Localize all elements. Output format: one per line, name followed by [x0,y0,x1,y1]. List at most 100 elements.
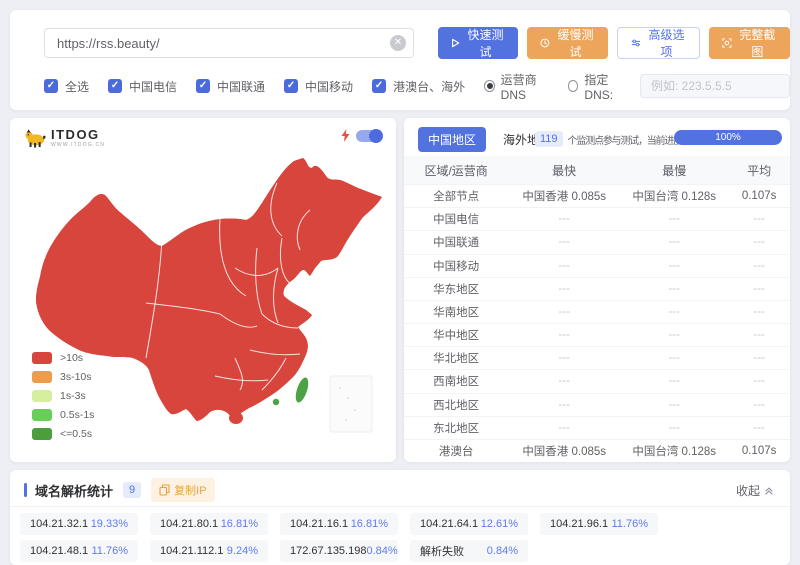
legend-swatch [32,352,52,364]
cell-region: 华东地区 [404,281,508,297]
advanced-options-button[interactable]: 高级选项 [617,27,700,59]
tab-china-region[interactable]: 中国地区 [418,127,486,152]
ip-address: 104.21.16.1 [290,518,348,530]
slow-test-button[interactable]: 缓慢测试 [527,27,608,59]
checkbox-china-unicom[interactable]: ✓中国联通 [196,78,265,95]
legend-label: 1s-3s [60,390,86,402]
ip-percent: 11.76% [612,518,649,530]
progress-group: 119 个监测点参与测试，当前进度： [535,131,691,147]
table-row[interactable]: 东北地区--------- [404,416,790,439]
cell-slowest: 中国台湾 0.128s [620,188,728,204]
isp-dns-radio[interactable] [484,80,495,92]
cell-average: --- [728,329,790,341]
cell-slowest: 中国台湾 0.128s [620,443,728,459]
screenshot-icon [722,37,732,49]
map-toggle[interactable] [356,130,382,142]
ip-item[interactable]: 172.67.135.1980.84% [280,540,398,562]
custom-dns-radio[interactable] [568,80,579,92]
cell-average: 0.107s [728,190,790,202]
quick-test-button[interactable]: 快速测试 [438,27,518,59]
lightning-icon [341,129,350,142]
play-icon [451,37,460,49]
ip-item[interactable]: 104.21.64.112.61% [410,513,528,535]
ip-item[interactable]: 104.21.80.116.81% [150,513,268,535]
ip-item[interactable]: 104.21.96.1 11.76% [540,513,658,535]
cell-region: 东北地区 [404,420,508,436]
cell-average: --- [728,352,790,364]
ip-item[interactable]: 104.21.48.111.76% [20,540,138,562]
cell-region: 西北地区 [404,397,508,413]
checkbox-checked-icon: ✓ [284,79,298,93]
legend-item: >10s [32,352,94,364]
ip-address: 104.21.64.1 [420,518,478,530]
dns-options-row: 运营商DNS 指定DNS: [484,72,790,100]
full-screenshot-button[interactable]: 完整截图 [709,27,790,59]
table-row[interactable]: 中国联通--------- [404,230,790,253]
custom-dns-label: 指定DNS: [584,71,630,102]
table-row[interactable]: 全部节点中国香港 0.085s中国台湾 0.128s0.107s [404,184,790,207]
legend-label: 3s-10s [60,371,92,383]
checkbox-china-telecom[interactable]: ✓中国电信 [108,78,177,95]
ip-item[interactable]: 解析失败0.84% [410,540,528,562]
ip-address: 104.21.96.1 [550,518,608,530]
table-row[interactable]: 西南地区--------- [404,369,790,392]
hongkong-region[interactable] [273,399,279,405]
table-row[interactable]: 中国电信--------- [404,207,790,230]
ip-item[interactable]: 104.21.32.119.33% [20,513,138,535]
ip-percent: 0.84% [487,545,518,557]
itdog-http-test-page: { "toolbar": { "url_value": "https://rss… [0,0,800,565]
table-row[interactable]: 华南地区--------- [404,300,790,323]
checkbox-label: 全选 [65,78,89,95]
logo-title: ITDOG [51,127,105,142]
table-row[interactable]: 西北地区--------- [404,393,790,416]
legend-item: <=0.5s [32,428,94,440]
checkbox-hk-mo-tw-overseas[interactable]: ✓港澳台、海外 [372,78,465,95]
cell-region: 港澳台 [404,443,508,459]
checkbox-label: 中国联通 [217,78,265,95]
toolbar-card: ✕ 快速测试 缓慢测试 高级选项 完整截图 ✓全选✓中国电信✓中国联通✓中国移动… [10,10,790,110]
table-row[interactable]: 华中地区--------- [404,323,790,346]
table-row[interactable]: 港澳台中国香港 0.085s中国台湾 0.128s0.107s [404,439,790,462]
dns-stats-header: 域名解析统计 9 复制IP [24,479,215,501]
table-row[interactable]: 华东地区--------- [404,277,790,300]
legend-swatch [32,409,52,421]
clear-input-icon[interactable]: ✕ [390,35,406,51]
table-row[interactable]: 华北地区--------- [404,346,790,369]
copy-icon [159,484,170,496]
url-input[interactable] [44,28,414,58]
sliders-icon [631,37,641,49]
url-input-wrap: ✕ [44,28,414,58]
cell-average: --- [728,422,790,434]
checkbox-label: 中国电信 [129,78,177,95]
cell-slowest: --- [620,329,728,341]
cell-region: 中国移动 [404,258,508,274]
copy-ip-button[interactable]: 复制IP [151,478,214,502]
cell-region: 西南地区 [404,373,508,389]
cell-region: 华中地区 [404,327,508,343]
checkbox-select-all[interactable]: ✓全选 [44,78,89,95]
hainan-region[interactable] [229,412,243,424]
cell-fastest: 中国香港 0.085s [508,188,620,204]
table-row[interactable]: 中国移动--------- [404,254,790,277]
cell-slowest: --- [620,375,728,387]
cell-average: --- [728,260,790,272]
taiwan-region[interactable] [293,376,311,404]
cell-fastest: --- [508,352,620,364]
ip-percent: 16.81% [351,518,388,530]
cell-fastest: --- [508,399,620,411]
table-body: 全部节点中国香港 0.085s中国台湾 0.128s0.107s中国电信----… [404,184,790,462]
legend-item: 1s-3s [32,390,94,402]
header-region: 区域/运营商 [404,162,508,179]
progress-label: 个监测点参与测试，当前进度： [568,132,691,147]
cell-slowest: --- [620,399,728,411]
ip-percent: 0.84% [366,545,397,557]
ip-item[interactable]: 104.21.112.19.24% [150,540,268,562]
dns-stats-panel: 域名解析统计 9 复制IP 收起 104.21.32.119.33% 104.21… [10,470,790,565]
custom-dns-input[interactable] [640,74,790,98]
checkbox-china-mobile[interactable]: ✓中国移动 [284,78,353,95]
ip-address: 172.67.135.198 [290,545,366,557]
divider [10,506,790,507]
collapse-button[interactable]: 收起 [736,482,774,499]
region-tabs: 中国地区 海外地区 [418,127,551,152]
ip-item[interactable]: 104.21.16.116.81% [280,513,398,535]
